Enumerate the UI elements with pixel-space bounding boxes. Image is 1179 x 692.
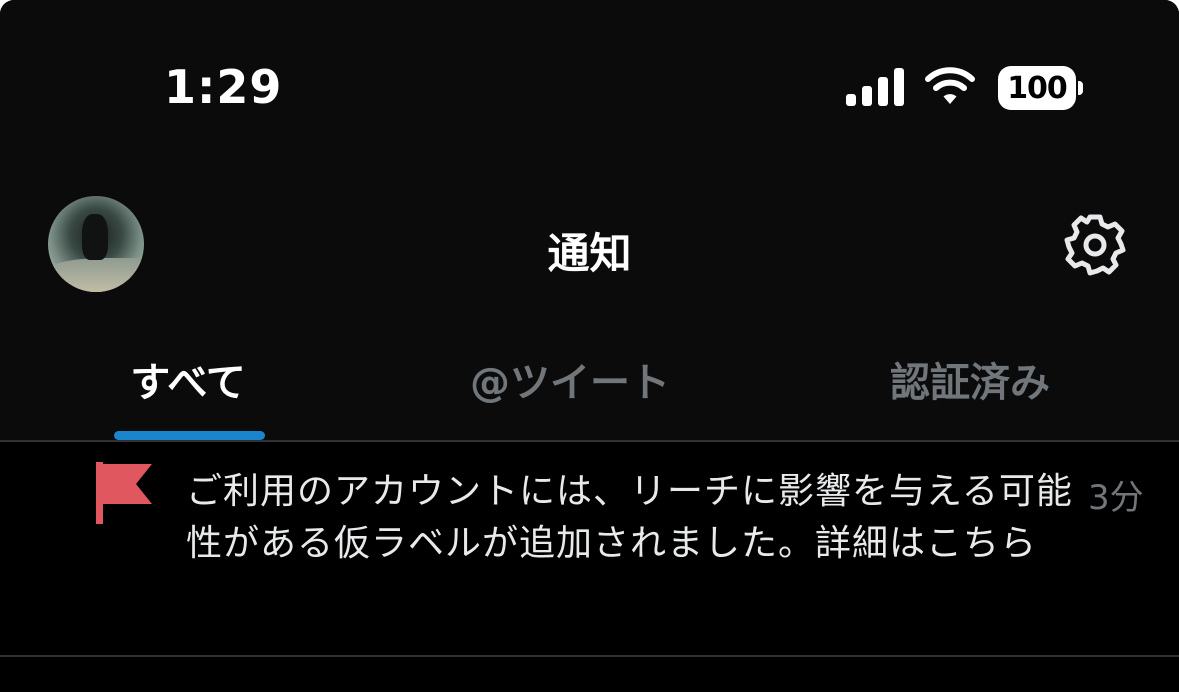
notifications-screen: 1:29 100 通知 すべて @ツイート 認証済み ご利用のアカウントには、リ… xyxy=(0,0,1179,692)
tab-mentions[interactable]: @ツイート xyxy=(440,350,700,408)
status-time: 1:29 xyxy=(164,60,283,114)
battery-body: 100 xyxy=(998,66,1076,110)
battery-icon: 100 xyxy=(998,66,1084,110)
battery-level: 100 xyxy=(1007,70,1068,106)
tab-all[interactable]: すべて xyxy=(88,350,288,408)
gear-icon[interactable] xyxy=(1062,212,1128,278)
notification-text[interactable]: ご利用のアカウントには、リーチに影響を与える可能性がある仮ラベルが追加されました… xyxy=(186,466,1081,570)
signal-icon xyxy=(846,68,904,106)
tab-verified[interactable]: 認証済み xyxy=(860,350,1080,408)
notification-divider xyxy=(0,655,1179,657)
notification-time: 3分 xyxy=(1088,478,1144,518)
active-tab-indicator xyxy=(114,431,265,440)
wifi-icon xyxy=(925,67,975,104)
battery-tip xyxy=(1078,81,1083,95)
flag-icon xyxy=(96,462,152,524)
page-title: 通知 xyxy=(547,229,632,278)
